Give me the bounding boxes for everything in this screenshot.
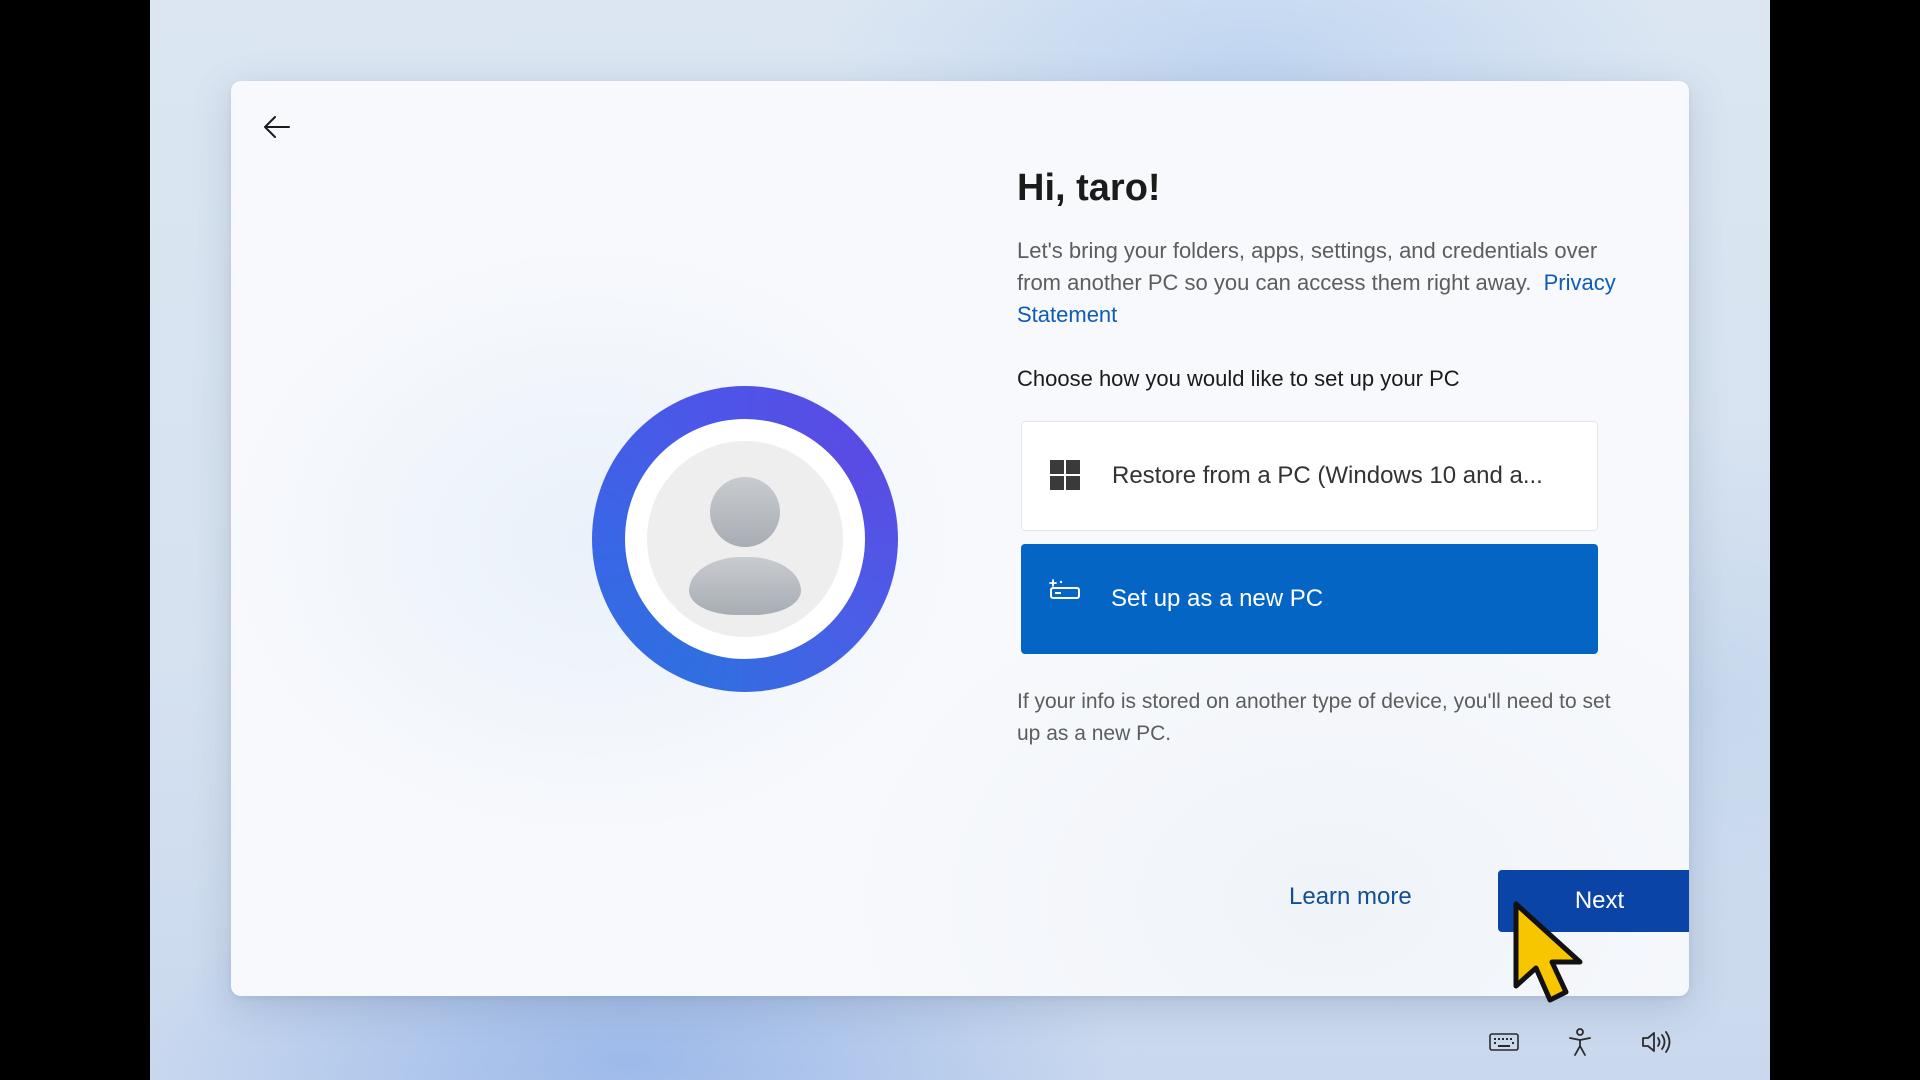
user-avatar [592, 386, 898, 692]
restore-from-pc-option[interactable]: Restore from a PC (Windows 10 and a... [1021, 421, 1598, 531]
choose-prompt: Choose how you would like to set up your… [1017, 366, 1460, 391]
keyboard-icon[interactable] [1486, 1026, 1522, 1058]
windows-logo-icon [1048, 458, 1082, 492]
learn-more-link[interactable]: Learn more [1289, 883, 1412, 911]
info-text: If your info is stored on another type o… [1017, 690, 1611, 745]
back-button[interactable] [253, 103, 301, 151]
page-title: Hi, taro! [1017, 167, 1161, 209]
new-pc-option[interactable]: Set up as a new PC [1021, 544, 1598, 654]
description-body: Let's bring your folders, apps, settings… [1017, 238, 1598, 295]
new-pc-option-label: Set up as a new PC [1111, 585, 1324, 612]
restore-option-label: Restore from a PC (Windows 10 and a... [1112, 462, 1543, 489]
description-text: Let's bring your folders, apps, settings… [1017, 235, 1627, 331]
person-icon [647, 441, 843, 637]
setup-card: Hi, taro! Let's bring your folders, apps… [231, 81, 1689, 996]
volume-icon[interactable] [1638, 1026, 1674, 1058]
oobe-screen: Hi, taro! Let's bring your folders, apps… [150, 0, 1770, 1080]
accessibility-icon[interactable] [1562, 1026, 1598, 1058]
new-pc-icon [1047, 574, 1081, 608]
back-arrow-icon [264, 116, 290, 138]
next-button[interactable]: Next [1498, 870, 1689, 932]
